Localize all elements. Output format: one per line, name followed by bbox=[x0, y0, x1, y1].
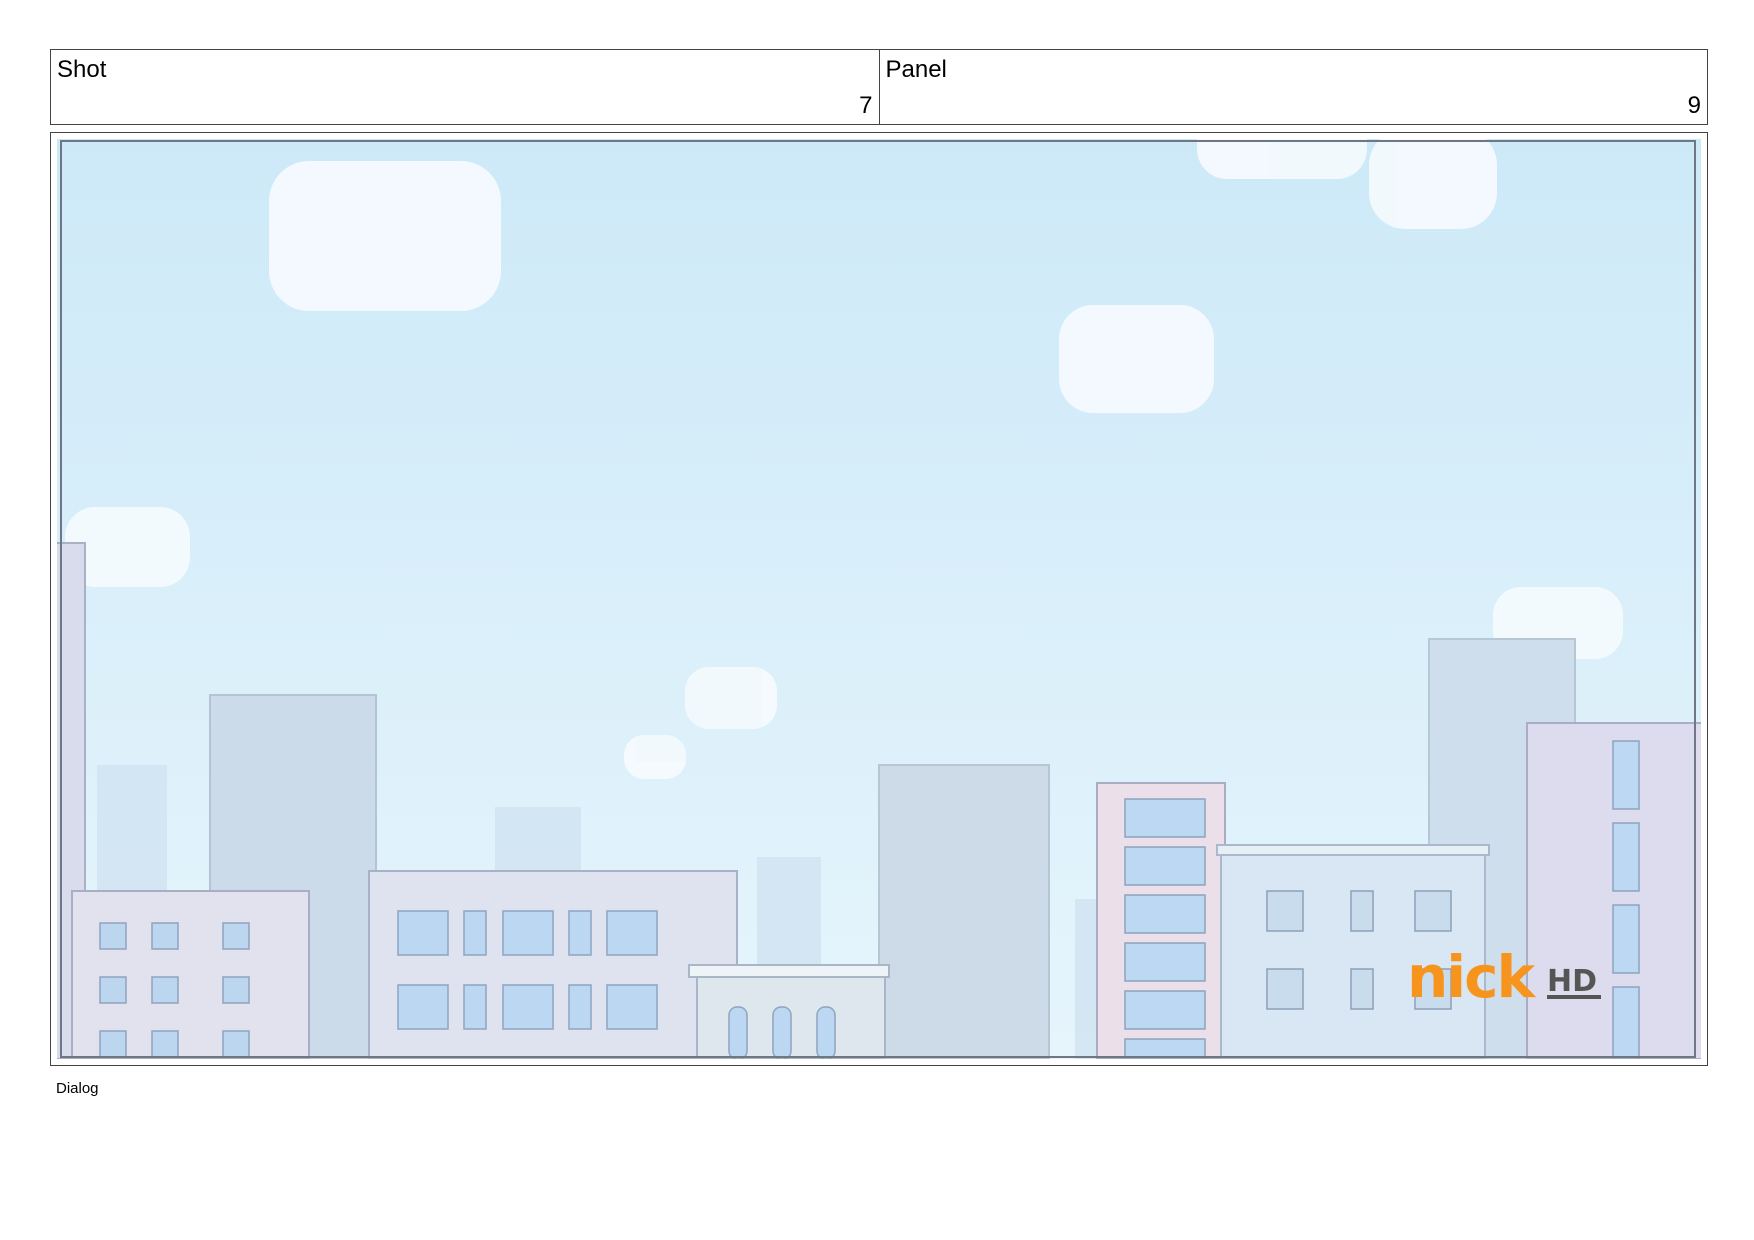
shot-label: Shot bbox=[57, 56, 107, 83]
logo-text: nick bbox=[1407, 943, 1537, 1011]
low-building-left bbox=[71, 890, 310, 1059]
shot-panel-header: Shot 7 Panel 9 bbox=[50, 49, 1708, 125]
city-skyline-illustration: nick HD bbox=[57, 139, 1701, 1059]
logo-badge-underline bbox=[1547, 995, 1601, 999]
panel-cell: Panel 9 bbox=[878, 50, 1708, 124]
panel-frame-image: nick HD bbox=[57, 139, 1701, 1059]
lavender-building-right bbox=[1526, 722, 1701, 1059]
pink-tower bbox=[1096, 782, 1226, 1059]
wide-building bbox=[368, 870, 738, 1059]
panel-number: 9 bbox=[1687, 92, 1701, 119]
panel-label: Panel bbox=[885, 56, 947, 83]
shot-number: 7 bbox=[859, 92, 873, 119]
logo-badge: HD bbox=[1547, 964, 1597, 999]
storyboard-panel: nick HD bbox=[50, 132, 1708, 1066]
small-low-building bbox=[688, 964, 890, 1059]
mid-tower-center bbox=[878, 764, 1050, 1059]
shot-cell: Shot 7 bbox=[51, 50, 879, 124]
dialog-label: Dialog bbox=[56, 1080, 99, 1097]
